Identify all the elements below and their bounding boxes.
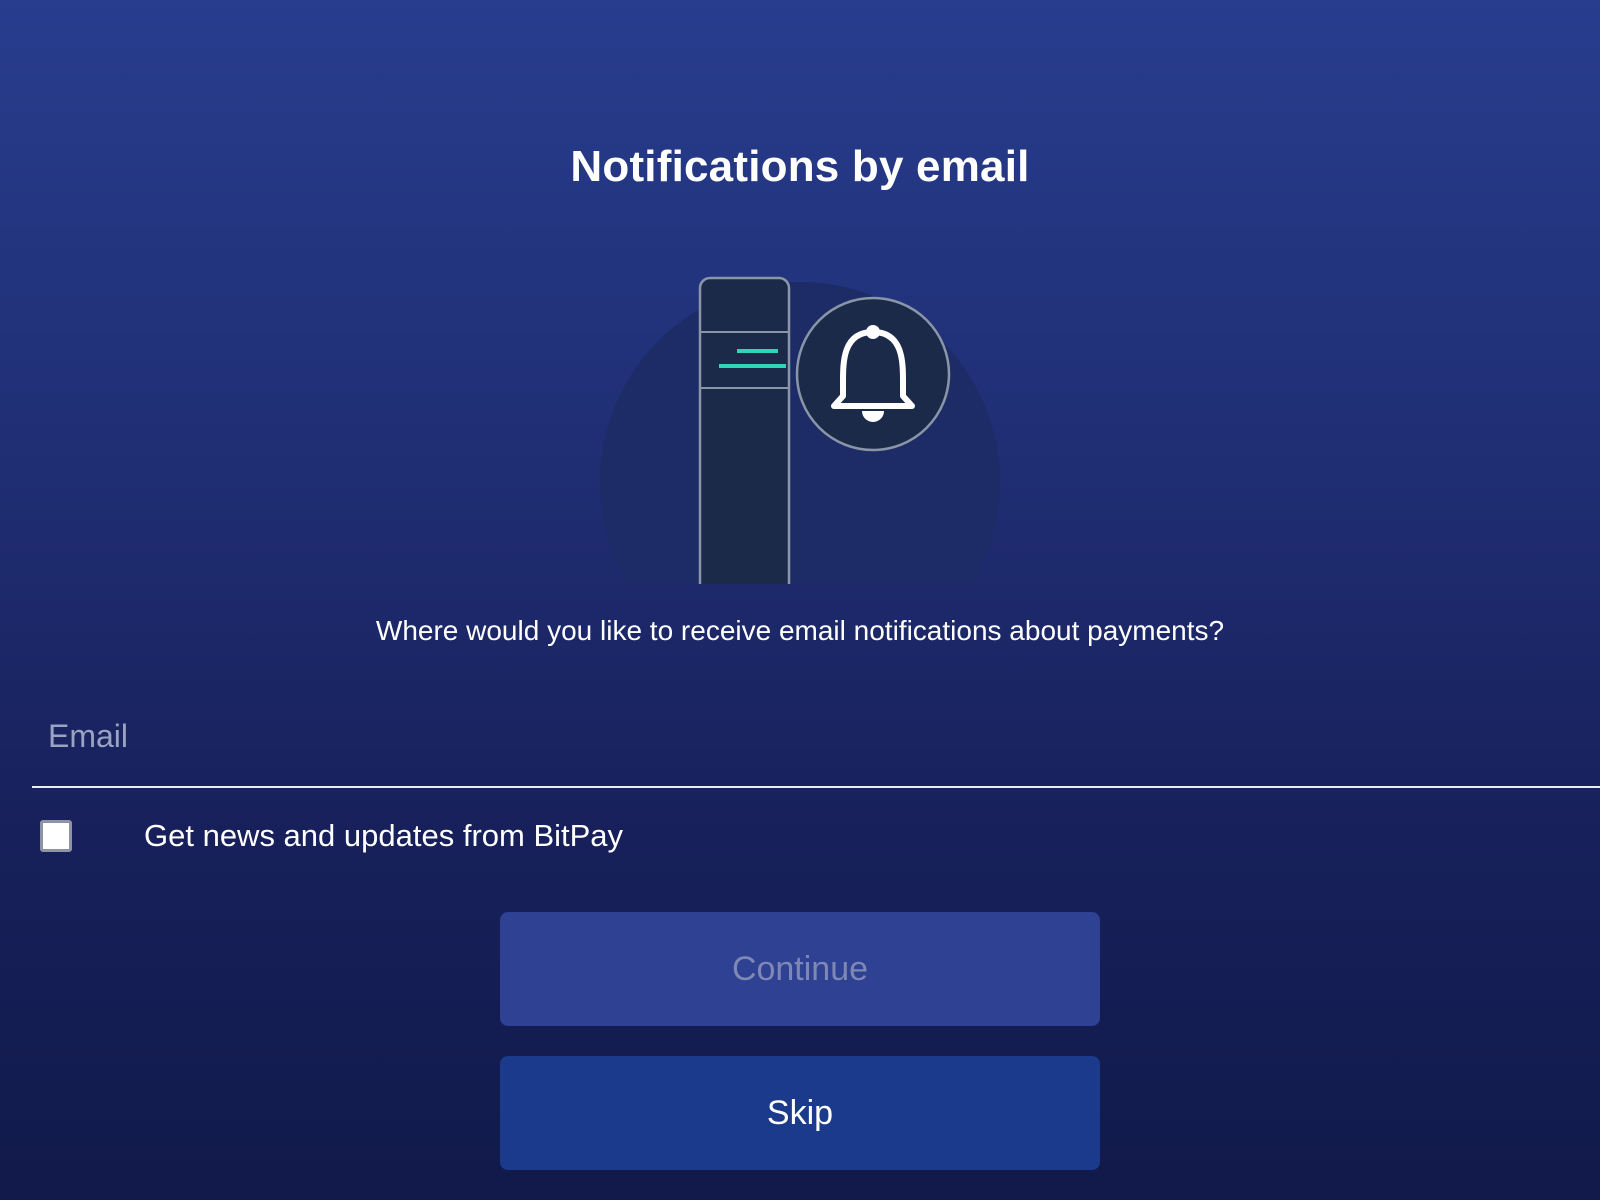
news-opt-in-row[interactable]: Get news and updates from BitPay (40, 814, 623, 858)
email-input[interactable] (32, 700, 1600, 786)
skip-button[interactable]: Skip (500, 1056, 1100, 1170)
news-opt-in-checkbox[interactable] (40, 820, 72, 852)
page-title: Notifications by email (570, 142, 1030, 191)
email-prompt-text: Where would you like to receive email no… (375, 615, 1225, 646)
phone-icon (698, 276, 791, 584)
bell-icon (795, 296, 951, 452)
backdrop-circle (600, 282, 1000, 584)
news-opt-in-label[interactable]: Get news and updates from BitPay (144, 818, 623, 854)
email-field-container (32, 700, 1600, 788)
continue-button[interactable]: Continue (500, 912, 1100, 1026)
notification-illustration (590, 270, 1010, 586)
